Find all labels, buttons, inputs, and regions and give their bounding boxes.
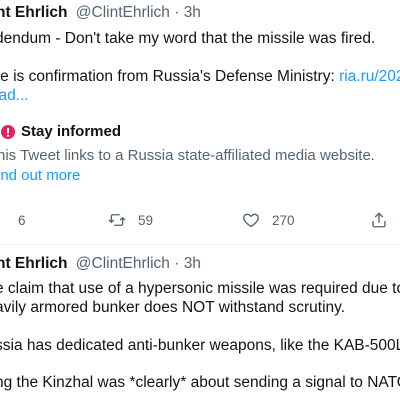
tweet1-link-continued[interactable]: lad... [0,86,29,106]
tweet1-text-line2: re is confirmation from Russia's Defense… [0,67,400,87]
share-button[interactable] [370,206,388,234]
tweet2-text-line1: e claim that use of a hypersonic missile… [0,280,400,297]
tweet2-handle-time[interactable]: @ClintEhrlich · 3h [76,255,201,272]
retweet-count: 59 [138,212,154,228]
tweet2-author-name[interactable]: nt Ehrlich [0,255,67,272]
reply-button[interactable]: 6 [0,206,26,234]
tweet1-header: nt Ehrlich @ClintEhrlich · 3h [0,3,201,23]
warning-icon [1,125,15,139]
tweet1-text-line2-body: re is confirmation from Russia's Defense… [0,68,340,85]
tweet2-text-line4: ng the Kinzhal was *clearly* about sendi… [0,374,400,391]
notice-body: his Tweet links to a Russia state-affili… [0,147,375,164]
tweet1-link[interactable]: ria.ru/202 [339,68,400,85]
like-button[interactable]: 270 [242,206,295,234]
notice-title: Stay informed [21,123,122,140]
heart-icon [242,211,260,229]
share-icon [370,211,388,229]
tweet2-header: nt Ehrlich @ClintEhrlich · 3h [0,254,201,274]
retweet-icon [108,211,126,229]
tweet2-text-line3: ssia has dedicated anti-bunker weapons, … [0,337,400,354]
tweet1-action-bar: 6 59 270 [0,206,400,234]
tweet-divider [0,244,400,245]
tweet1-author-name[interactable]: nt Ehrlich [0,4,67,21]
tweet1-handle-time[interactable]: @ClintEhrlich · 3h [76,4,201,21]
retweet-button[interactable]: 59 [108,206,153,234]
tweet2-text-line2: avily armored bunker does NOT withstand … [0,299,346,316]
reply-count: 6 [18,212,26,228]
find-out-more-link[interactable]: ind out more [0,166,80,186]
tweet1-text-line1: dendum - Don't take my word that the mis… [0,30,376,47]
like-count: 270 [272,212,295,228]
stay-informed-notice: Stay informed [1,122,122,142]
